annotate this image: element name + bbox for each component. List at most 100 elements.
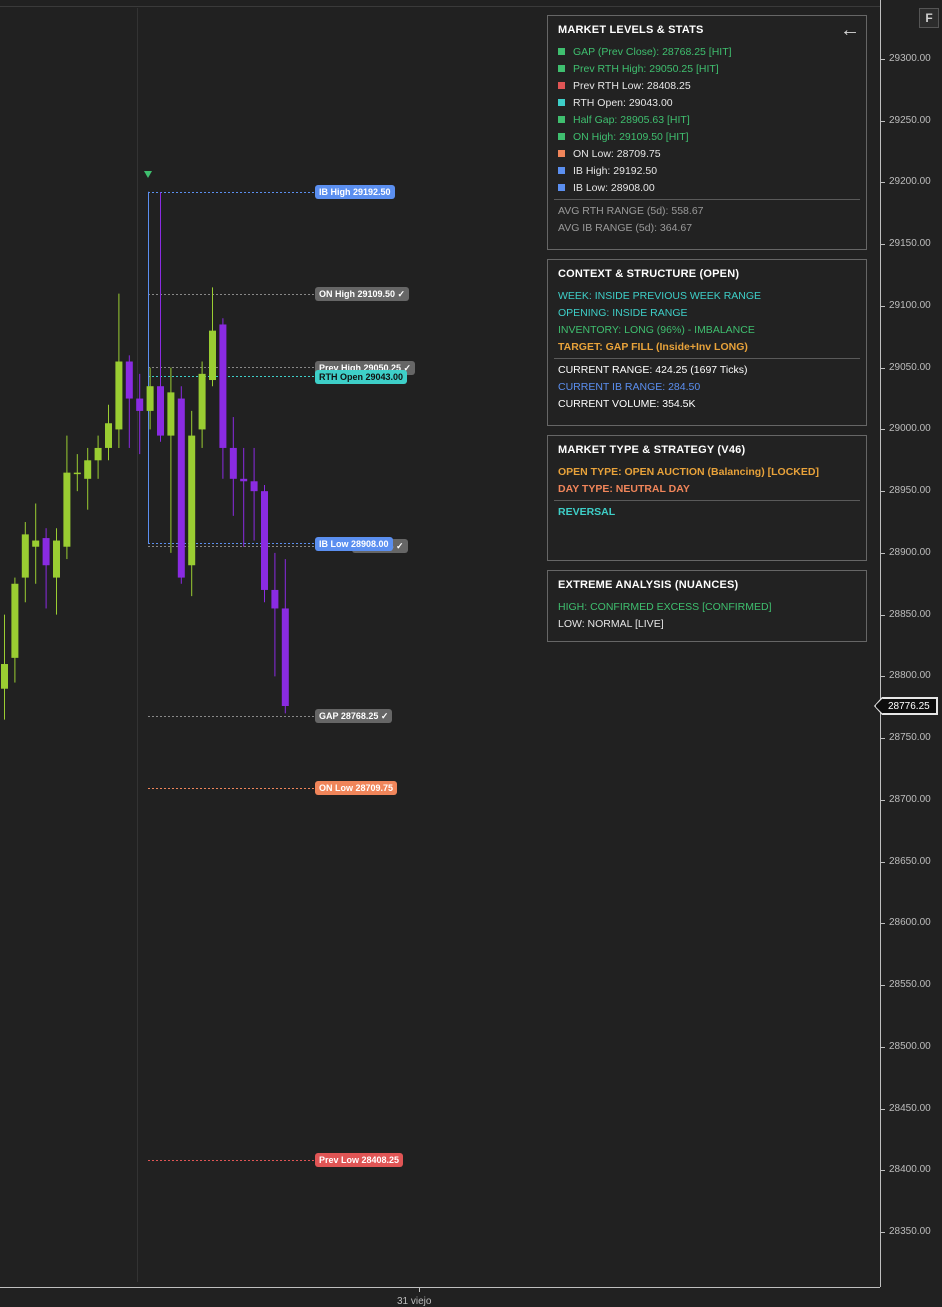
axis-tick-label: 29250.00 xyxy=(889,114,931,126)
candle-body xyxy=(84,460,92,479)
axis-tick-label: 28750.00 xyxy=(889,732,931,744)
ib-high-label: IB High 29192.50 xyxy=(315,185,395,199)
candle-body xyxy=(271,589,279,609)
level-item: ON Low: 28709.75 xyxy=(558,146,856,163)
current-price-marker: 28776.25 xyxy=(875,698,937,714)
levels-list: GAP (Prev Close): 28768.25 [HIT] Prev RTH… xyxy=(558,44,856,197)
color-square-icon xyxy=(558,167,565,174)
candle-body xyxy=(63,472,71,547)
level-item: Half Gap: 28905.63 [HIT] xyxy=(558,112,856,129)
axis-tick-label: 28450.00 xyxy=(889,1102,931,1114)
divider xyxy=(554,199,860,200)
level-item-text: ON High: 29109.50 [HIT] xyxy=(573,131,689,143)
candle-body xyxy=(11,583,19,658)
ib-marker-icon xyxy=(144,171,152,178)
candle-body xyxy=(240,478,248,482)
back-arrow-icon[interactable]: ← xyxy=(840,20,860,40)
axis-tick-label: 28900.00 xyxy=(889,546,931,558)
week-context: WEEK: INSIDE PREVIOUS WEEK RANGE xyxy=(558,290,762,302)
candle-body xyxy=(42,538,50,566)
chart-area[interactable]: IB High 29192.50 ON High 29109.50 ✓ Prev… xyxy=(0,0,880,1287)
prev-low-label: Prev Low 28408.25 xyxy=(315,1153,404,1167)
axis-tick xyxy=(881,799,885,801)
level-item: Prev RTH Low: 28408.25 xyxy=(558,78,856,95)
axis-tick-label: 28400.00 xyxy=(889,1164,931,1176)
axis-tick xyxy=(881,614,885,616)
axis-tick xyxy=(881,1232,885,1233)
panel-title: CONTEXT & STRUCTURE (OPEN) xyxy=(558,268,740,280)
candle-body xyxy=(157,386,164,436)
candle-body xyxy=(229,447,237,479)
axis-tick-label: 29300.00 xyxy=(889,53,931,64)
avg-ib-range: AVG IB RANGE (5d): 364.67 xyxy=(558,222,693,234)
candle-body xyxy=(105,423,112,448)
axis-tick-label: 29050.00 xyxy=(889,361,931,373)
candle-body xyxy=(136,398,144,411)
level-item-text: IB Low: 28908.00 xyxy=(573,182,655,194)
axis-tick xyxy=(881,491,885,493)
axis-tick-label: 29150.00 xyxy=(889,238,931,250)
time-axis[interactable] xyxy=(0,1287,880,1305)
color-square-icon xyxy=(558,99,565,106)
extreme-high: HIGH: CONFIRMED EXCESS [CONFIRMED] xyxy=(558,601,772,613)
current-ib-range: CURRENT IB RANGE: 284.50 xyxy=(558,381,701,393)
gap-label: GAP 28768.25 ✓ xyxy=(315,709,393,723)
axis-tick xyxy=(881,429,885,431)
candle-body xyxy=(1,664,8,689)
level-item-text: Half Gap: 28905.63 [HIT] xyxy=(573,114,690,126)
color-square-icon xyxy=(558,150,565,157)
candle-body xyxy=(261,491,268,590)
opening-context: OPENING: INSIDE RANGE xyxy=(558,307,688,319)
time-label: 31 viejo xyxy=(397,1296,432,1307)
candle-body xyxy=(281,608,289,707)
on-high-label: ON High 29109.50 ✓ xyxy=(315,287,410,301)
axis-tick xyxy=(881,305,885,307)
market-type-panel: MARKET TYPE & STRATEGY (V46) OPEN TYPE: … xyxy=(547,435,867,561)
axis-tick-label: 28550.00 xyxy=(889,979,931,991)
time-axis-tick xyxy=(419,1288,420,1292)
inventory-context: INVENTORY: LONG (96%) - IMBALANCE xyxy=(558,324,755,336)
axis-tick-label: 29000.00 xyxy=(889,423,931,435)
candle-body xyxy=(198,373,206,430)
rth-open-label: RTH Open 29043.00 xyxy=(315,370,408,384)
axis-tick-label: 28650.00 xyxy=(889,855,931,867)
candle-body xyxy=(177,398,185,578)
strategy: REVERSAL xyxy=(558,506,616,518)
axis-tick xyxy=(881,738,885,740)
panel-title: MARKET LEVELS & STATS xyxy=(558,24,704,36)
level-item-text: RTH Open: 29043.00 xyxy=(573,97,673,109)
axis-tick xyxy=(881,244,885,246)
level-item-text: IB High: 29192.50 xyxy=(573,165,658,177)
candle-body xyxy=(53,540,60,578)
candle-body xyxy=(250,481,258,492)
axis-tick xyxy=(881,552,885,554)
candle-body xyxy=(73,472,81,475)
level-item: RTH Open: 29043.00 xyxy=(558,95,856,112)
axis-tick xyxy=(881,367,885,369)
color-square-icon xyxy=(558,65,565,72)
level-item: GAP (Prev Close): 28768.25 [HIT] xyxy=(558,44,856,61)
axis-tick-label: 28700.00 xyxy=(889,793,931,805)
level-item: ON High: 29109.50 [HIT] xyxy=(558,129,856,146)
color-square-icon xyxy=(558,116,565,123)
f-button[interactable]: F xyxy=(919,8,939,28)
axis-tick-label: 28800.00 xyxy=(889,670,931,682)
level-item-text: GAP (Prev Close): 28768.25 [HIT] xyxy=(573,46,732,58)
candle-body xyxy=(219,324,227,448)
divider xyxy=(554,500,860,501)
candle-body xyxy=(146,386,154,411)
candle-body xyxy=(209,330,216,381)
axis-tick-label: 28950.00 xyxy=(889,485,931,497)
axis-tick xyxy=(881,1170,885,1172)
color-square-icon xyxy=(558,48,565,55)
market-levels-panel: ← MARKET LEVELS & STATS GAP (Prev Close)… xyxy=(547,15,867,250)
axis-tick-label: 28600.00 xyxy=(889,917,931,929)
color-square-icon xyxy=(558,184,565,191)
current-volume: CURRENT VOLUME: 354.5K xyxy=(558,398,696,410)
price-axis[interactable]: 29300.00 29250.00 29200.00 29150.00 29100.00… xyxy=(880,0,942,1287)
candle-body xyxy=(21,534,29,578)
level-item: Prev RTH High: 29050.25 [HIT] xyxy=(558,61,856,78)
axis-tick xyxy=(881,59,885,60)
panel-title: MARKET TYPE & STRATEGY (V46) xyxy=(558,444,746,456)
current-range: CURRENT RANGE: 424.25 (1697 Ticks) xyxy=(558,364,748,376)
